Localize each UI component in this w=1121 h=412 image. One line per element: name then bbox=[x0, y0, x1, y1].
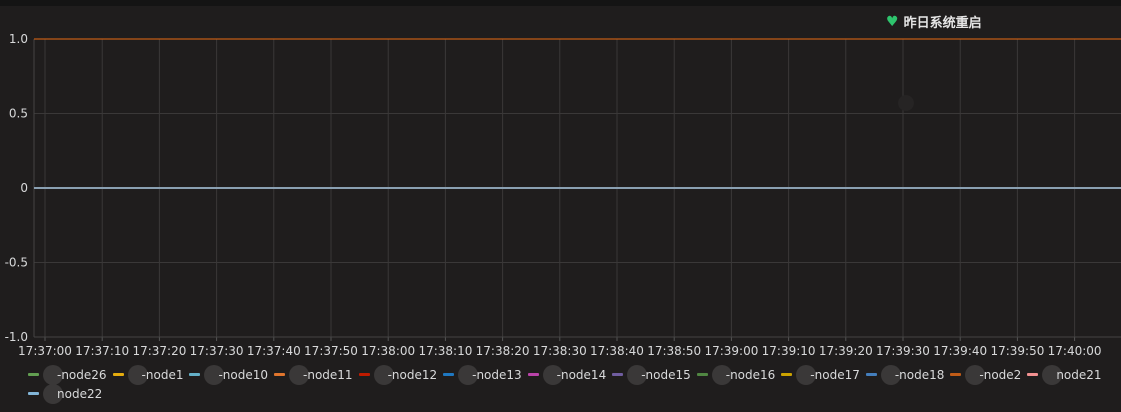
legend-item[interactable]: -node18 bbox=[865, 364, 945, 385]
legend-label: -node1 bbox=[141, 367, 184, 382]
legend-swatch bbox=[781, 373, 793, 376]
legend-swatch bbox=[274, 373, 286, 376]
x-tick-label: 17:40:00 bbox=[1048, 344, 1102, 358]
x-tick-label: 17:37:30 bbox=[190, 344, 244, 358]
legend-label: -node2 bbox=[979, 367, 1022, 382]
legend-swatch bbox=[527, 373, 539, 376]
legend-label: -node26 bbox=[57, 367, 107, 382]
legend-item[interactable]: -node26 bbox=[28, 364, 107, 385]
legend-item[interactable]: -node10 bbox=[189, 364, 269, 385]
annotation-text: 昨日系统重启 bbox=[903, 16, 982, 31]
legend-label: -node18 bbox=[894, 367, 945, 382]
x-tick-label: 17:39:30 bbox=[876, 344, 930, 358]
x-tick-label: 17:37:20 bbox=[132, 344, 186, 358]
x-tick-label: 17:38:30 bbox=[533, 344, 587, 358]
legend-swatch bbox=[612, 373, 624, 376]
legend-swatch bbox=[950, 373, 962, 376]
legend-item[interactable]: -node16 bbox=[696, 364, 776, 385]
legend-label: -node14 bbox=[556, 367, 607, 382]
legend-item[interactable]: -node12 bbox=[358, 364, 438, 385]
legend-item[interactable]: -node17 bbox=[781, 364, 860, 385]
legend-label: -node15 bbox=[641, 367, 691, 382]
legend-label: -node11 bbox=[303, 367, 353, 382]
legend-swatch bbox=[696, 373, 708, 376]
legend-item[interactable]: -node14 bbox=[527, 364, 607, 385]
legend-item[interactable]: -node2 bbox=[950, 364, 1022, 385]
legend-label: node22 bbox=[57, 386, 103, 401]
x-tick-label: 17:37:50 bbox=[304, 344, 358, 358]
legend-item[interactable]: node21 bbox=[1027, 364, 1102, 385]
x-tick-label: 17:38:20 bbox=[476, 344, 530, 358]
heart-icon: ♥ bbox=[886, 13, 899, 30]
x-tick-label: 17:38:10 bbox=[418, 344, 472, 358]
legend-swatch bbox=[28, 392, 39, 395]
x-tick-label: 17:39:50 bbox=[990, 344, 1044, 358]
x-tick-label: 17:38:40 bbox=[590, 344, 644, 358]
legend-item[interactable]: -node11 bbox=[274, 364, 353, 385]
legend-swatch bbox=[189, 373, 201, 376]
legend-swatch bbox=[443, 373, 455, 376]
x-tick-label: 17:39:40 bbox=[933, 344, 987, 358]
legend-label: -node12 bbox=[387, 367, 438, 382]
x-tick-label: 17:39:20 bbox=[819, 344, 873, 358]
annotation-marker bbox=[898, 95, 914, 111]
y-tick-label: 0 bbox=[20, 181, 28, 195]
y-tick-label: 1.0 bbox=[9, 32, 28, 46]
x-tick-label: 17:37:00 bbox=[18, 344, 72, 358]
line-chart: 1.0 0.5 0 -0.5 -1.017:37:00 17:37:10 17:37:20 1… bbox=[5, 32, 1121, 358]
legend-item[interactable]: node22 bbox=[28, 383, 103, 404]
legend-swatch bbox=[865, 373, 877, 376]
legend-swatch bbox=[28, 373, 39, 376]
x-tick-label: 17:38:00 bbox=[361, 344, 415, 358]
legend-label: -node13 bbox=[472, 367, 522, 382]
legend-swatch bbox=[1027, 373, 1039, 376]
x-tick-label: 17:38:50 bbox=[647, 344, 701, 358]
y-tick-label: -1.0 bbox=[5, 330, 28, 344]
x-tick-label: 17:37:40 bbox=[247, 344, 301, 358]
legend-item[interactable]: -node13 bbox=[443, 364, 522, 385]
legend-item[interactable]: -node1 bbox=[112, 364, 184, 385]
legend-label: node21 bbox=[1056, 367, 1102, 382]
x-tick-label: 17:39:10 bbox=[762, 344, 816, 358]
legend-label: -node16 bbox=[725, 367, 776, 382]
legend-label: -node10 bbox=[218, 367, 269, 382]
y-tick-label: 0.5 bbox=[9, 107, 28, 121]
y-tick-label: -0.5 bbox=[5, 256, 28, 270]
x-tick-label: 17:39:00 bbox=[704, 344, 758, 358]
x-tick-label: 17:37:10 bbox=[75, 344, 129, 358]
legend-swatch bbox=[112, 373, 124, 376]
chart-annotation[interactable]: ♥ 昨日系统重启 bbox=[886, 12, 982, 32]
legend-label: -node17 bbox=[810, 367, 860, 382]
legend-item[interactable]: -node15 bbox=[612, 364, 691, 385]
legend-swatch bbox=[358, 373, 370, 376]
chart-legend: -node26 -node1 -node10 -node11 -node12 -node1… bbox=[28, 364, 1118, 404]
